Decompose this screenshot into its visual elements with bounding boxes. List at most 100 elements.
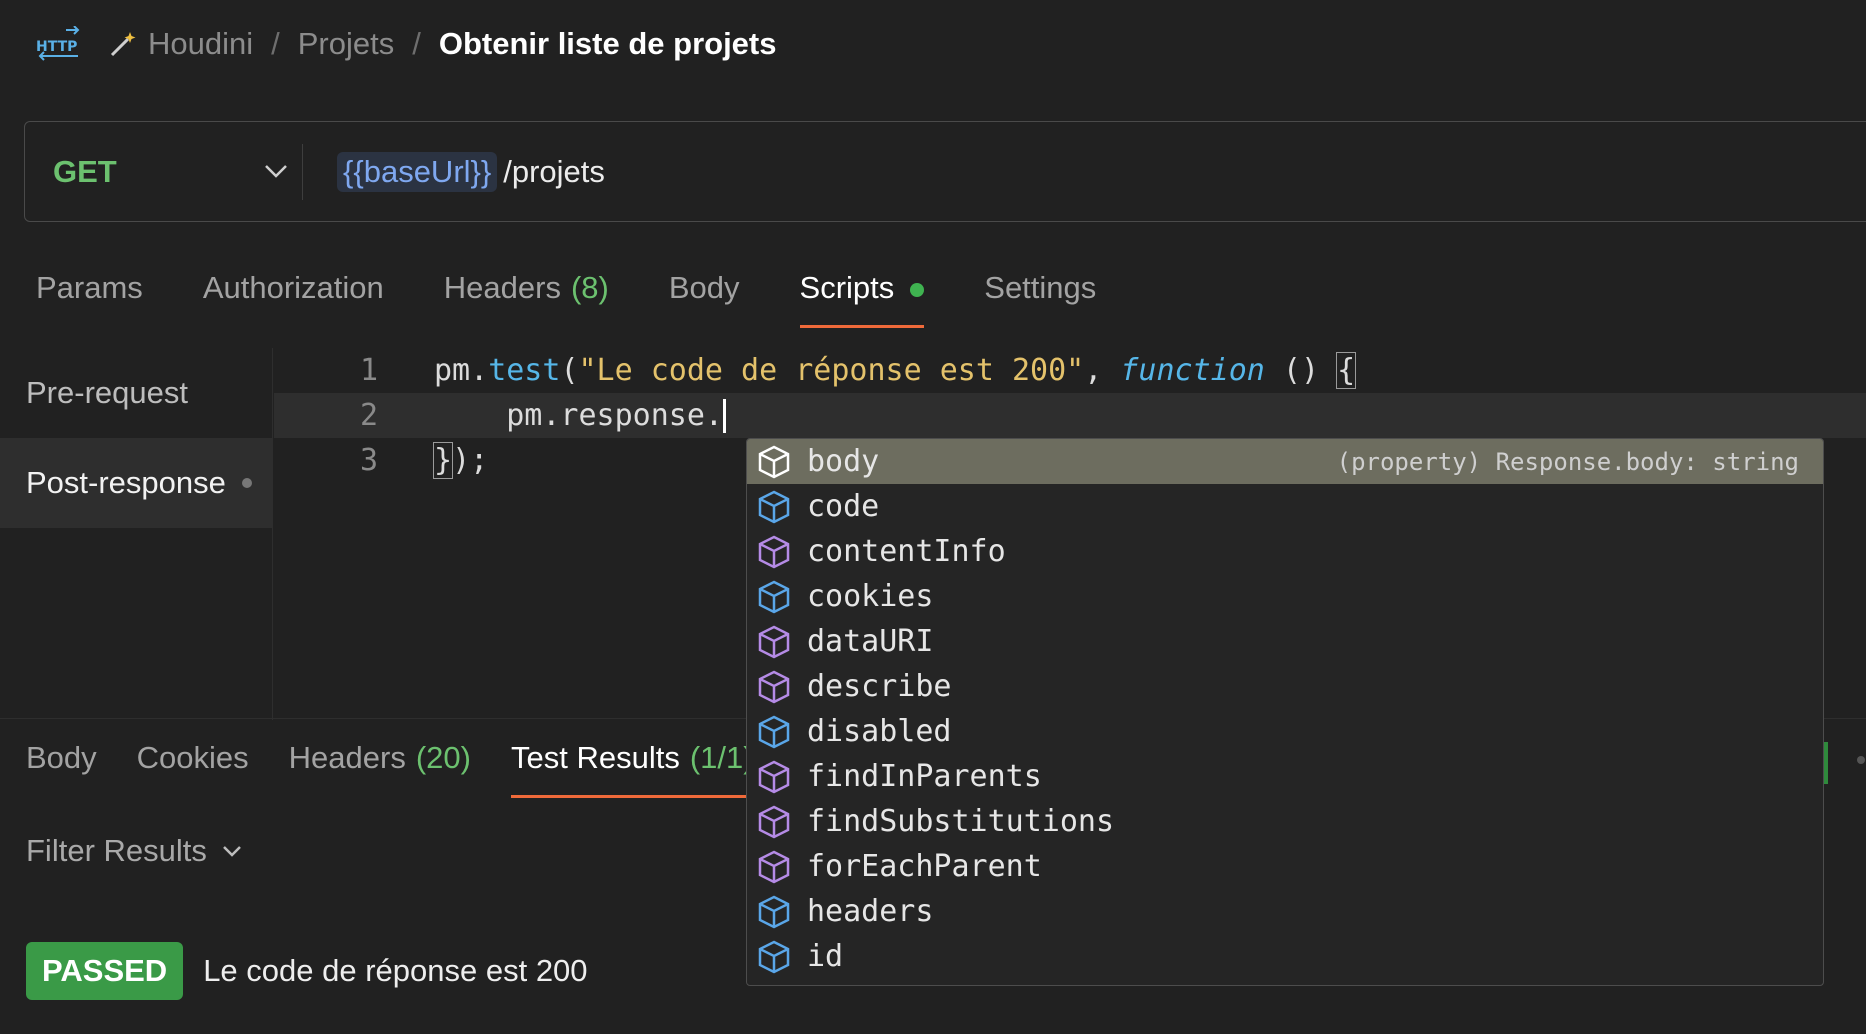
tab-label: Body	[668, 270, 740, 305]
autocomplete-item[interactable]: findInParents	[747, 754, 1823, 799]
tab-count: (1/1)	[689, 740, 754, 775]
tab-response-headers[interactable]: Headers (20)	[289, 738, 471, 798]
tab-authorization[interactable]: Authorization	[203, 262, 384, 332]
method-icon	[758, 670, 790, 703]
line-number: 1	[359, 353, 378, 388]
test-name: Le code de réponse est 200	[203, 953, 588, 988]
sidebar-item-label: Pre-request	[26, 375, 188, 410]
autocomplete-label: headers	[807, 894, 934, 929]
autocomplete-label: contentInfo	[807, 534, 1006, 569]
autocomplete-item[interactable]: id	[747, 934, 1823, 979]
autocomplete-label: dataURI	[807, 624, 934, 659]
autocomplete-item[interactable]: cookies	[747, 574, 1823, 619]
tab-label: Cookies	[136, 740, 249, 775]
page-title[interactable]: Obtenir liste de projets	[439, 26, 777, 62]
tab-label: Headers	[288, 740, 406, 775]
overflow-dot	[1857, 756, 1865, 764]
tab-test-results[interactable]: Test Results (1/1)	[511, 738, 774, 798]
method-select[interactable]: GET	[53, 122, 291, 221]
method-icon	[758, 760, 790, 793]
property-icon	[758, 895, 790, 928]
autocomplete-item[interactable]: disabled	[747, 709, 1823, 754]
sidebar-item-pre-request[interactable]: Pre-request	[0, 348, 272, 438]
tab-label: Body	[26, 740, 97, 775]
method-icon	[758, 805, 790, 838]
request-tabs: Params Authorization Headers (8) Body Scr…	[36, 262, 1156, 332]
url-input[interactable]: {{baseUrl}} /projets	[337, 122, 605, 221]
tab-response-cookies[interactable]: Cookies	[137, 738, 249, 798]
code-text: pm.response.	[410, 398, 726, 434]
breadcrumb-collection[interactable]: Projets	[298, 26, 394, 62]
tab-count: (20)	[415, 740, 471, 775]
test-result-row: PASSED Le code de réponse est 200	[26, 942, 588, 1000]
tab-label: Authorization	[202, 270, 384, 305]
tab-headers[interactable]: Headers (8)	[444, 262, 609, 332]
autocomplete-detail: (property) Response.body: string	[1336, 447, 1799, 476]
autocomplete-label: findSubstitutions	[807, 804, 1115, 839]
method-icon	[758, 850, 790, 883]
modified-indicator	[910, 283, 925, 297]
autocomplete-item[interactable]: dataURI	[747, 619, 1823, 664]
tab-label: Headers	[443, 270, 561, 305]
magic-wand-icon	[110, 32, 136, 57]
autocomplete-item[interactable]: body (property) Response.body: string	[747, 439, 1823, 484]
code-text: pm.test("Le code de réponse est 200", fu…	[434, 352, 1357, 389]
breadcrumb: HTTP Houdini / Projets / Obtenir liste d…	[36, 18, 776, 70]
method-icon	[758, 625, 790, 658]
property-icon	[758, 490, 790, 523]
property-icon	[758, 445, 790, 478]
tab-label: Settings	[984, 270, 1097, 305]
scripts-sidebar: Pre-request Post-response	[0, 348, 273, 720]
line-number: 2	[359, 398, 378, 433]
response-tabs: Body Cookies Headers (20) Test Results (1/…	[26, 738, 794, 798]
autocomplete-label: body	[807, 444, 880, 479]
code-text: });	[432, 442, 489, 479]
breadcrumb-workspace[interactable]: Houdini	[148, 26, 253, 62]
autocomplete-item[interactable]: contentInfo	[747, 529, 1823, 574]
text-cursor	[722, 399, 726, 434]
tab-label: Scripts	[799, 270, 895, 305]
url-bar: GET {{baseUrl}} /projets	[24, 121, 1866, 222]
autocomplete-label: code	[807, 489, 880, 524]
matching-brace: {	[1336, 352, 1357, 389]
http-icon: HTTP	[36, 26, 80, 61]
code-line-current: 2 pm.response.	[274, 393, 1866, 438]
autocomplete-label: forEachParent	[807, 849, 1042, 884]
sidebar-item-post-response[interactable]: Post-response	[0, 438, 272, 528]
tab-params[interactable]: Params	[36, 262, 143, 332]
tab-settings[interactable]: Settings	[984, 262, 1096, 332]
autocomplete-item[interactable]: describe	[747, 664, 1823, 709]
divider	[302, 144, 303, 200]
autocomplete-item[interactable]: headers	[747, 889, 1823, 934]
tab-response-body[interactable]: Body	[26, 738, 97, 798]
modified-indicator	[241, 478, 252, 488]
autocomplete-item[interactable]: findSubstitutions	[747, 799, 1823, 844]
sidebar-item-label: Post-response	[26, 465, 226, 500]
tab-count: (8)	[570, 270, 609, 305]
matching-brace: }	[432, 442, 454, 479]
filter-label: Filter Results	[26, 833, 207, 868]
url-path: /projets	[503, 153, 605, 189]
autocomplete-label: disabled	[807, 714, 952, 749]
url-variable[interactable]: {{baseUrl}}	[337, 151, 498, 192]
tab-scripts[interactable]: Scripts	[799, 262, 925, 332]
method-icon	[758, 535, 790, 568]
breadcrumb-separator: /	[271, 26, 280, 61]
property-icon	[758, 715, 790, 748]
chevron-down-icon	[222, 846, 241, 857]
filter-results-dropdown[interactable]: Filter Results	[26, 829, 243, 873]
breadcrumb-separator: /	[412, 26, 421, 61]
status-badge: PASSED	[26, 942, 184, 1000]
autocomplete-item[interactable]: forEachParent	[747, 844, 1823, 889]
tab-body[interactable]: Body	[669, 262, 740, 332]
autocomplete-dropdown: body (property) Response.body: string code…	[746, 438, 1824, 986]
autocomplete-label: id	[807, 939, 844, 974]
chevron-down-icon	[265, 165, 287, 178]
autocomplete-label: cookies	[807, 579, 934, 614]
autocomplete-item[interactable]: code	[747, 484, 1823, 529]
tab-label: Params	[36, 270, 143, 305]
tab-label: Test Results	[511, 740, 680, 775]
autocomplete-label: describe	[807, 669, 952, 704]
code-line: 1 pm.test("Le code de réponse est 200", …	[274, 348, 1866, 393]
autocomplete-label: findInParents	[807, 759, 1042, 794]
